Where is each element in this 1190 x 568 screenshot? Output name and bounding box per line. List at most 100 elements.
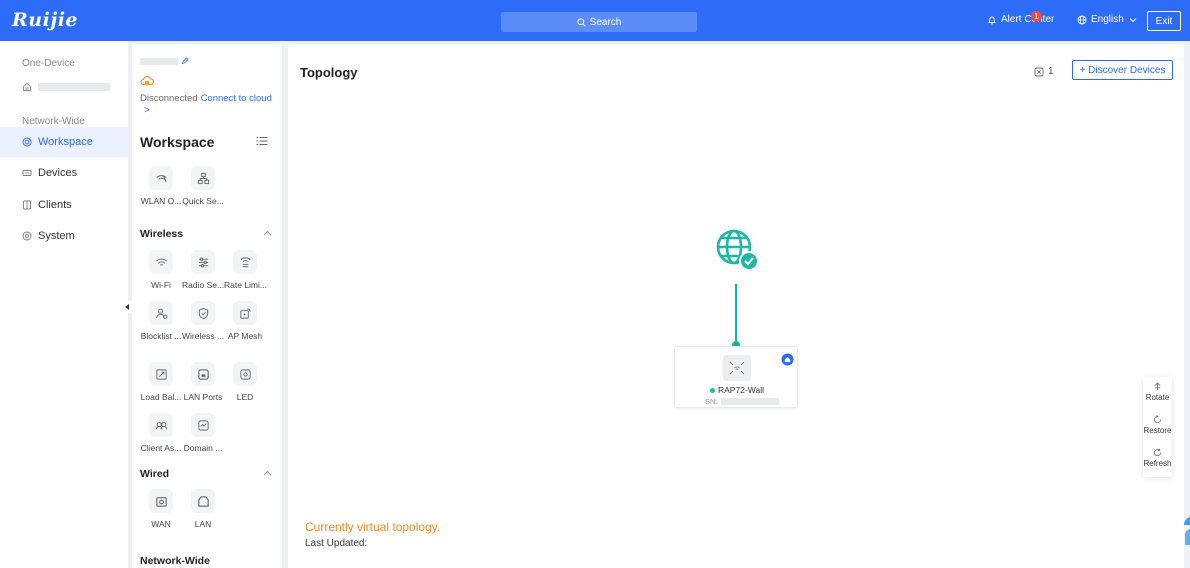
wan-icon	[155, 496, 167, 507]
refresh-icon	[1153, 448, 1162, 457]
language-selector[interactable]: English	[1077, 14, 1138, 25]
refresh-button[interactable]: Refresh	[1143, 448, 1172, 468]
lan-icon	[197, 495, 209, 507]
restore-button[interactable]: Restore	[1143, 415, 1172, 435]
tile-wan[interactable]: WAN	[140, 489, 182, 529]
alert-center-label: Alert Center	[1001, 14, 1055, 25]
lan-ports-icon	[197, 368, 209, 380]
tile-label: Wireless ...	[182, 331, 225, 341]
ruijie-logo[interactable]: Ruijie	[12, 9, 78, 31]
search-label: Search	[589, 16, 622, 28]
search-icon	[577, 17, 586, 27]
tile-load-balancing[interactable]: Load Bal...	[140, 362, 182, 402]
last-updated-label: Last Updated:	[305, 538, 368, 549]
home-icon	[23, 82, 31, 91]
tile-label: Domain ...	[183, 443, 223, 453]
tile-label: Radio Se...	[182, 280, 225, 290]
exit-button[interactable]: Exit	[1147, 11, 1181, 31]
tile-lan-ports[interactable]: LAN Ports	[182, 362, 224, 402]
restore-icon	[1153, 415, 1162, 424]
tile-led[interactable]: LED	[224, 362, 266, 402]
tile-label: LAN Ports	[183, 392, 223, 402]
nav-item-system[interactable]: System	[0, 221, 128, 251]
tool-label: Refresh	[1143, 459, 1172, 468]
list-view-icon[interactable]	[256, 136, 268, 146]
nav-label: Workspace	[38, 136, 93, 148]
collapse-panel-handle[interactable]	[123, 301, 132, 313]
tile-radio-settings[interactable]: Radio Se...	[182, 250, 224, 290]
device-name-label: RAP72-Wall	[718, 385, 764, 395]
connect-to-cloud-link[interactable]: Connect to cloud	[201, 93, 272, 104]
discover-devices-button[interactable]: + Discover Devices	[1072, 60, 1173, 80]
tile-label: WAN	[151, 519, 171, 529]
shield-icon	[198, 307, 208, 319]
nav-label: Devices	[38, 167, 78, 179]
cloud-warning-icon	[140, 76, 154, 86]
cloud-status-text: Disconnected	[140, 93, 198, 104]
left-navigation: One-Device Network-Wide Workspace Device…	[0, 41, 128, 568]
connect-arrow[interactable]: >	[144, 105, 150, 116]
bell-icon	[988, 16, 996, 24]
device-name-redacted	[38, 83, 110, 91]
workspace-title: Workspace	[140, 134, 215, 150]
virtual-topology-note: Currently virtual topology.	[305, 520, 441, 534]
edit-pencil-icon[interactable]	[181, 57, 189, 65]
rotate-icon	[1154, 382, 1161, 391]
tile-blocklist[interactable]: Blocklist ...	[140, 301, 182, 341]
unknown-device-icon	[1034, 67, 1044, 76]
tool-label: Rotate	[1145, 393, 1170, 402]
device-serial: SN:	[705, 397, 779, 406]
ap-mesh-icon	[239, 307, 251, 319]
project-name-redacted	[140, 58, 178, 65]
tile-label: WLAN O...	[140, 196, 182, 206]
tile-rate-limit[interactable]: Rate Limi...	[224, 250, 267, 290]
device-selector[interactable]	[22, 82, 110, 92]
rotate-button[interactable]: Rotate	[1143, 382, 1172, 402]
alert-count-badge: 1	[1031, 11, 1042, 22]
tile-label: Wi-Fi	[151, 280, 171, 290]
wired-section-title: Wired	[140, 468, 170, 480]
tile-label: Blocklist ...	[140, 331, 182, 341]
tile-quick-setup[interactable]: Quick Se...	[182, 166, 224, 206]
tile-label: LAN	[194, 519, 212, 529]
nav-item-workspace[interactable]: Workspace	[0, 127, 128, 157]
serial-number-redacted	[720, 398, 779, 405]
internet-globe-icon[interactable]	[714, 227, 759, 272]
tile-wifi[interactable]: Wi-Fi	[140, 250, 182, 290]
tile-ap-mesh[interactable]: AP Mesh	[224, 301, 266, 341]
chevron-up-icon[interactable]	[263, 470, 272, 476]
search-box[interactable]: Search	[501, 12, 697, 32]
devices-icon	[22, 170, 32, 176]
unknown-devices-count[interactable]: 1	[1034, 66, 1054, 77]
topology-toolbar: Rotate Restore Refresh	[1143, 377, 1172, 477]
device-name: RAP72-Wall	[675, 385, 799, 395]
device-node-rap72-wall[interactable]: RAP72-Wall SN:	[674, 346, 798, 408]
blocklist-icon	[155, 308, 167, 319]
uplink-line	[735, 284, 737, 343]
assistant-float-icon[interactable]	[1178, 513, 1190, 547]
nav-label: System	[38, 230, 75, 242]
language-label: English	[1091, 14, 1124, 25]
led-icon	[239, 368, 251, 380]
clients-icon	[23, 200, 31, 210]
tile-client-association[interactable]: Client As...	[140, 413, 182, 453]
nav-item-devices[interactable]: Devices	[0, 158, 128, 188]
wifi-icon	[155, 258, 167, 266]
tile-label: Rate Limi...	[224, 280, 267, 290]
tile-domain[interactable]: Domain ...	[182, 413, 224, 453]
wireless-section-title: Wireless	[140, 228, 184, 240]
ap-device-icon-box	[723, 355, 751, 381]
chevron-down-icon	[1129, 17, 1137, 22]
tile-wireless-security[interactable]: Wireless ...	[182, 301, 224, 341]
caret-left-icon	[125, 304, 129, 310]
tile-wlan-optimization[interactable]: WLAN O...	[140, 166, 182, 206]
globe-icon	[1077, 15, 1087, 24]
gateway-home-icon	[781, 353, 794, 366]
quick-setup-icon	[197, 172, 209, 184]
alert-center-button[interactable]: Alert Center	[987, 14, 1054, 25]
nav-item-clients[interactable]: Clients	[0, 190, 128, 220]
tile-lan[interactable]: LAN	[182, 489, 224, 529]
chevron-up-icon[interactable]	[263, 230, 272, 236]
system-icon	[22, 231, 32, 241]
workspace-icon	[22, 137, 32, 147]
